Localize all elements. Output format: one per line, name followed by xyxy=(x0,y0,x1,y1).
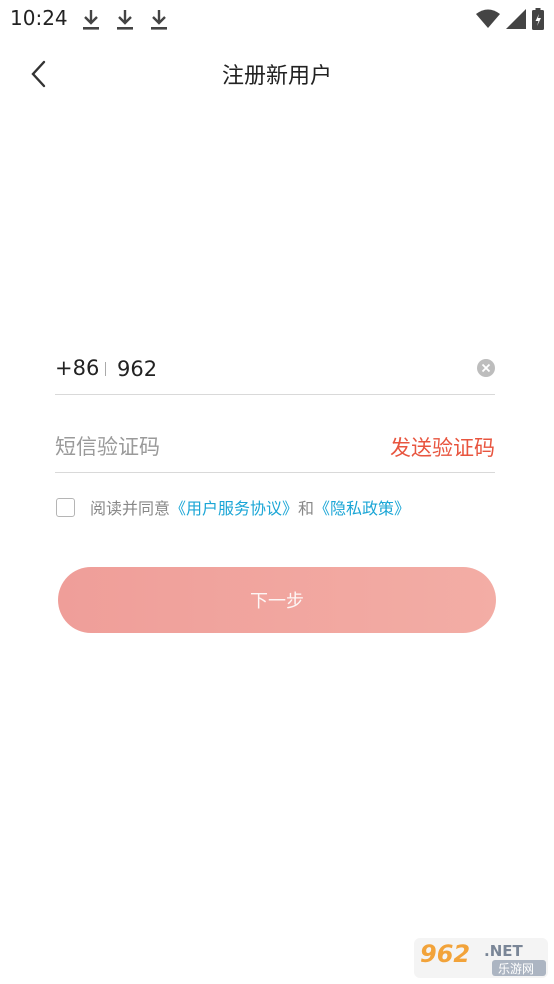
divider xyxy=(105,362,106,376)
agree-checkbox[interactable] xyxy=(56,497,75,517)
system-icons xyxy=(476,8,544,30)
signal-icon xyxy=(506,9,526,29)
page-title: 注册新用户 xyxy=(221,64,332,89)
phone-field-row: +86 xyxy=(55,346,495,395)
download-icon xyxy=(151,10,167,30)
battery-icon xyxy=(532,8,544,30)
nav-bar: 注册新用户 xyxy=(0,44,554,104)
download-icon xyxy=(83,10,99,30)
next-button-label: 下一步 xyxy=(250,591,304,612)
svg-text:962: 962 xyxy=(420,940,470,968)
status-time: 10:24 xyxy=(10,6,68,30)
send-code-button[interactable]: 发送验证码 xyxy=(390,432,495,462)
country-code[interactable]: +86 xyxy=(55,356,99,380)
svg-text:乐游网: 乐游网 xyxy=(498,962,534,976)
sms-code-input[interactable] xyxy=(55,428,355,466)
svg-text:.NET: .NET xyxy=(484,942,523,960)
agreement-conjunction: 和 xyxy=(298,499,315,518)
download-icon xyxy=(117,10,133,30)
sms-code-row: 发送验证码 xyxy=(55,424,495,473)
agreement-row: 阅读并同意 《用户服务协议》 和 《隐私政策》 xyxy=(56,494,410,520)
phone-input[interactable] xyxy=(117,350,447,388)
clear-circle-icon[interactable] xyxy=(477,359,495,377)
watermark-logo: 962 .NET 乐游网 xyxy=(414,938,548,978)
wifi-icon xyxy=(476,9,500,28)
agreement-prefix: 阅读并同意 xyxy=(90,499,171,518)
status-bar: 10:24 xyxy=(0,0,554,38)
terms-link[interactable]: 《用户服务协议》 xyxy=(170,495,298,519)
privacy-link[interactable]: 《隐私政策》 xyxy=(314,495,410,519)
next-button[interactable]: 下一步 xyxy=(58,567,496,633)
